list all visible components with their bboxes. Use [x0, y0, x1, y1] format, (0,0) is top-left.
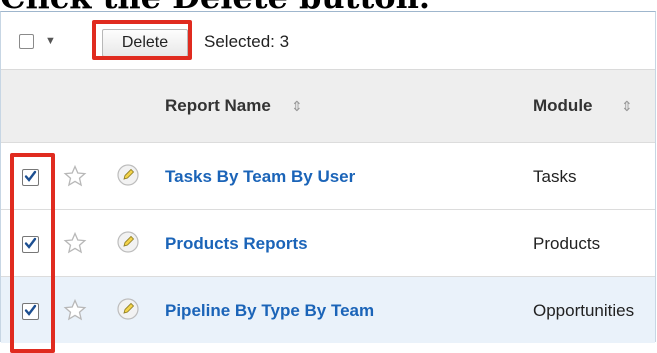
- module-cell: Products: [533, 234, 601, 253]
- report-name-link[interactable]: Tasks By Team By User: [165, 165, 355, 189]
- sort-icon[interactable]: ⇕: [291, 94, 303, 118]
- table-header: Report Name ⇕ Module ⇕: [1, 70, 655, 143]
- star-icon[interactable]: [63, 231, 87, 255]
- caret-down-icon[interactable]: ▼: [45, 31, 56, 51]
- table-row: Tasks By Team By User Tasks: [1, 143, 655, 210]
- table-row: Pipeline By Type By Team Opportunities: [1, 277, 655, 343]
- report-name-link[interactable]: Pipeline By Type By Team: [165, 299, 374, 323]
- edit-pencil-icon[interactable]: [116, 297, 140, 321]
- module-cell: Opportunities: [533, 301, 635, 320]
- delete-highlight-box: [92, 20, 192, 60]
- checkbox-highlight-box: [10, 153, 55, 353]
- column-report-name[interactable]: Report Name: [165, 94, 271, 118]
- star-icon[interactable]: [63, 164, 87, 188]
- selected-count: Selected: 3: [204, 32, 290, 51]
- list-toolbar: ▼ Delete Selected: 3: [1, 12, 655, 70]
- reports-list-panel: ▼ Delete Selected: 3 Report Name ⇕ Modul…: [0, 11, 656, 353]
- table-row: Products Reports Products: [1, 210, 655, 277]
- sort-icon[interactable]: ⇕: [621, 94, 633, 118]
- select-all-checkbox[interactable]: [19, 34, 34, 49]
- edit-pencil-icon[interactable]: [116, 163, 140, 187]
- mass-select-dropdown[interactable]: ▼: [11, 29, 89, 53]
- column-module[interactable]: Module: [533, 94, 593, 118]
- edit-pencil-icon[interactable]: [116, 230, 140, 254]
- star-icon[interactable]: [63, 298, 87, 322]
- module-cell: Tasks: [533, 167, 577, 186]
- report-name-link[interactable]: Products Reports: [165, 232, 308, 256]
